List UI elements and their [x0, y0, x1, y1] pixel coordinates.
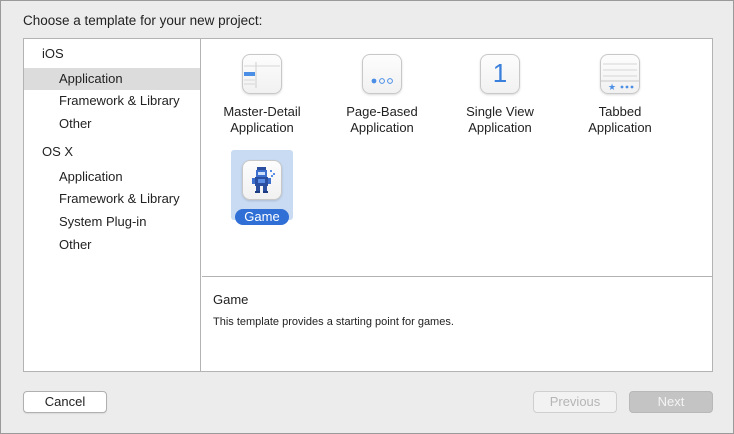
- template-single-view[interactable]: 1 Single View Application: [440, 54, 560, 136]
- template-page-based[interactable]: Page-Based Application: [322, 54, 442, 136]
- template-label: Tabbed Application: [588, 104, 652, 135]
- tabbed-icon: ★: [600, 54, 640, 94]
- template-panel: iOS Application Framework & Library Othe…: [23, 38, 713, 372]
- platform-sidebar: iOS Application Framework & Library Othe…: [24, 39, 201, 371]
- template-game[interactable]: Game: [202, 160, 322, 225]
- sidebar-item-osx-framework-library[interactable]: Framework & Library: [24, 188, 200, 210]
- template-label-selected: Game: [235, 209, 289, 225]
- template-master-detail[interactable]: Master-Detail Application: [202, 54, 322, 136]
- template-label: Master-Detail Application: [223, 104, 301, 135]
- next-button[interactable]: Next: [629, 391, 713, 413]
- new-project-dialog: Choose a template for your new project: …: [0, 0, 734, 434]
- sidebar-item-osx-application[interactable]: Application: [24, 166, 200, 188]
- dialog-title: Choose a template for your new project:: [23, 13, 263, 28]
- single-view-icon: 1: [480, 54, 520, 94]
- single-view-glyph: 1: [492, 58, 508, 88]
- sidebar-item-ios-framework-library[interactable]: Framework & Library: [24, 90, 200, 112]
- cancel-button[interactable]: Cancel: [23, 391, 107, 413]
- template-content: Master-Detail Application Page-Based App…: [202, 39, 712, 371]
- sidebar-item-osx-other[interactable]: Other: [24, 234, 200, 256]
- description-title: Game: [213, 292, 249, 307]
- sidebar-section-osx: OS X: [42, 144, 74, 159]
- template-tabbed[interactable]: ★ Tabbed Application: [560, 54, 680, 136]
- sidebar-item-ios-application[interactable]: Application: [24, 68, 200, 90]
- previous-button[interactable]: Previous: [533, 391, 617, 413]
- template-description: Game This template provides a starting p…: [202, 278, 712, 371]
- template-label: Page-Based Application: [346, 104, 418, 135]
- master-detail-icon: [242, 54, 282, 94]
- template-grid: Master-Detail Application Page-Based App…: [202, 39, 712, 277]
- svg-text:★: ★: [608, 83, 616, 93]
- sidebar-item-osx-system-plugin[interactable]: System Plug-in: [24, 211, 200, 233]
- sidebar-item-ios-other[interactable]: Other: [24, 113, 200, 135]
- sidebar-section-ios: iOS: [42, 46, 64, 61]
- page-based-icon: [362, 54, 402, 94]
- description-text: This template provides a starting point …: [213, 316, 454, 328]
- game-icon: [242, 160, 282, 200]
- template-label: Single View Application: [466, 104, 534, 135]
